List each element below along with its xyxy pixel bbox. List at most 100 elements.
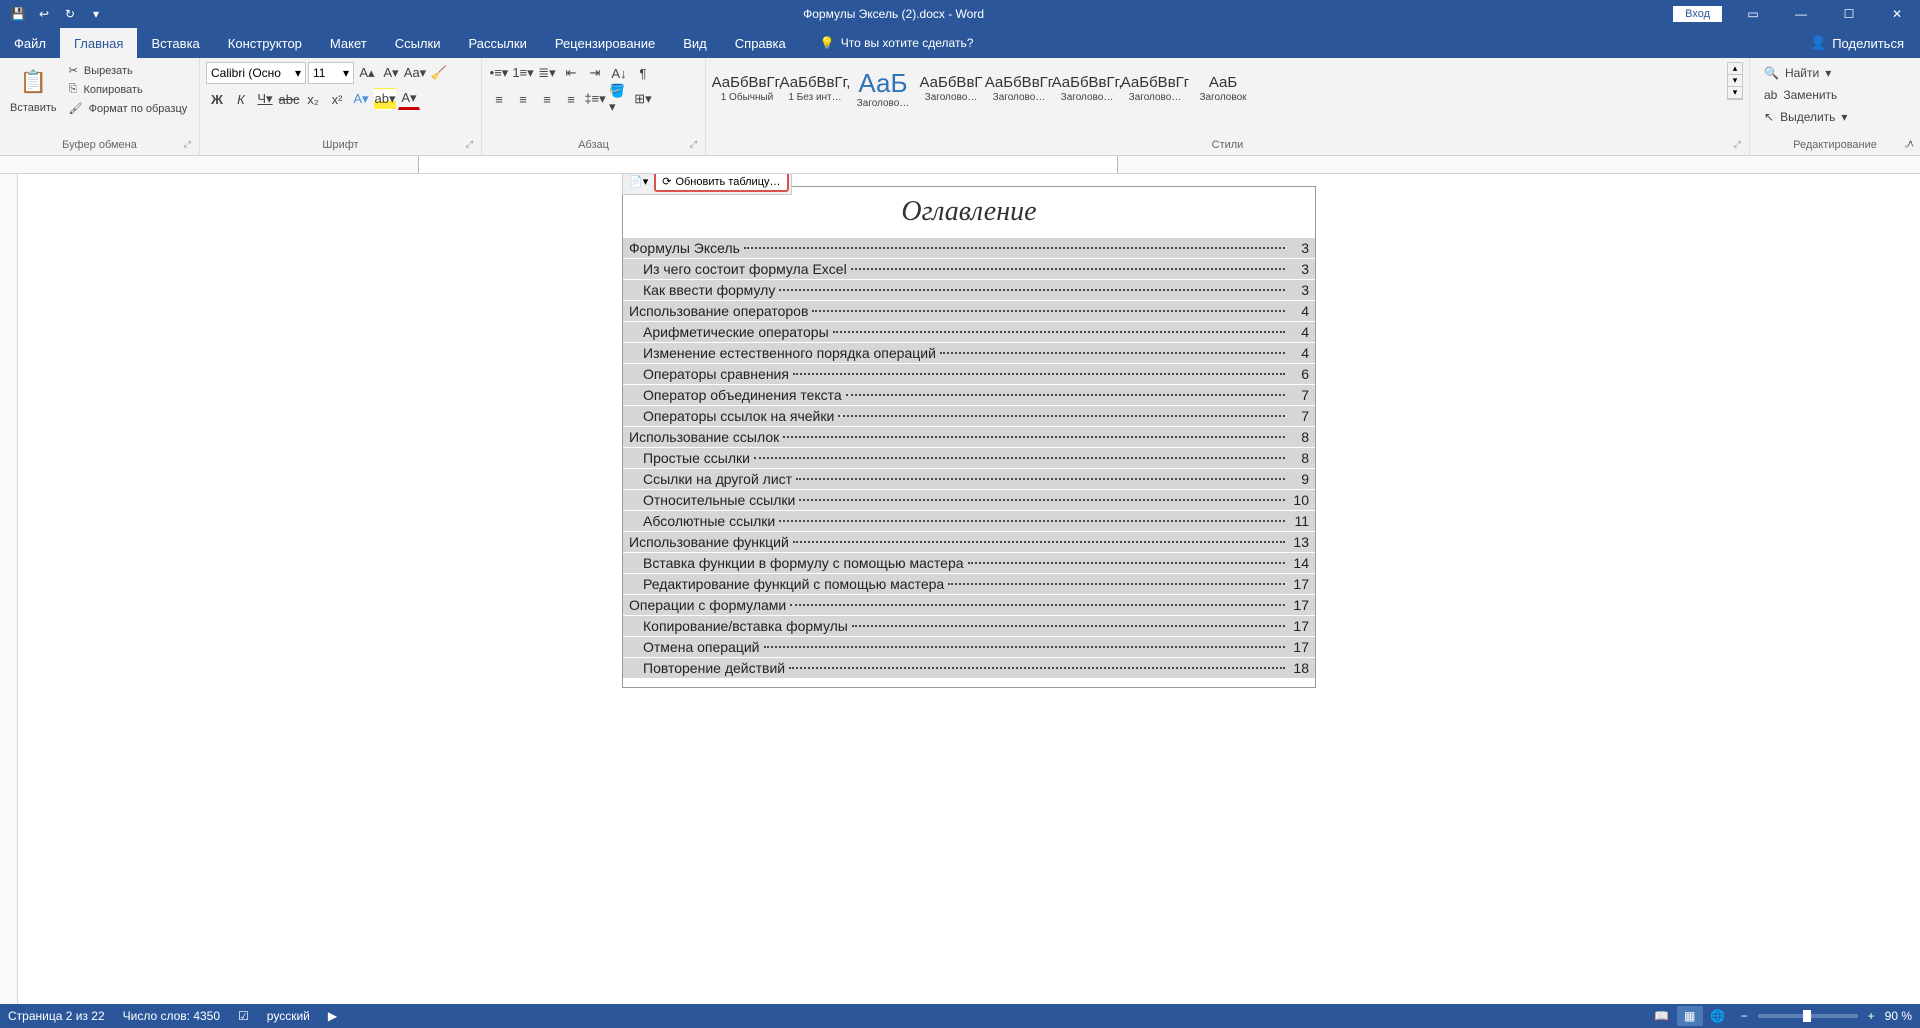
decrease-indent-button[interactable]: ⇤ (560, 62, 582, 84)
format-painter-button[interactable]: 🖌Формат по образцу (65, 100, 192, 117)
font-name-select[interactable]: Calibri (Осно▾ (206, 62, 306, 84)
toc-entry[interactable]: Операции с формулами17 (623, 595, 1315, 615)
undo-icon[interactable]: ↩ (34, 4, 54, 24)
superscript-button[interactable]: x² (326, 88, 348, 110)
tab-review[interactable]: Рецензирование (541, 28, 669, 58)
page-indicator[interactable]: Страница 2 из 22 (8, 1009, 105, 1023)
qa-dropdown-icon[interactable]: ▾ (86, 4, 106, 24)
tell-me-search[interactable]: 💡 Что вы хотите сделать? (820, 28, 974, 58)
text-effects-button[interactable]: A▾ (350, 88, 372, 110)
show-marks-button[interactable]: ¶ (632, 62, 654, 84)
save-icon[interactable]: 💾 (8, 4, 28, 24)
tab-design[interactable]: Конструктор (214, 28, 316, 58)
tab-mailings[interactable]: Рассылки (454, 28, 540, 58)
update-toc-button[interactable]: ⟳ Обновить таблицу… (654, 174, 788, 192)
word-count[interactable]: Число слов: 4350 (123, 1009, 220, 1023)
style-item[interactable]: АаБбВвГг,1 Обычный (714, 64, 780, 114)
borders-button[interactable]: ⊞▾ (632, 88, 654, 110)
style-item[interactable]: АаБбВвГгЗаголово… (986, 64, 1052, 114)
redo-icon[interactable]: ↻ (60, 4, 80, 24)
styles-scroll[interactable]: ▴▾▾ (1727, 62, 1743, 100)
close-icon[interactable]: ✕ (1874, 0, 1920, 28)
toc-entry[interactable]: Операторы сравнения6 (623, 364, 1315, 384)
zoom-level[interactable]: 90 % (1885, 1009, 1912, 1023)
cut-button[interactable]: ✂Вырезать (65, 62, 192, 79)
toc-entry[interactable]: Оператор объединения текста7 (623, 385, 1315, 405)
bold-button[interactable]: Ж (206, 88, 228, 110)
toc-entry[interactable]: Отмена операций17 (623, 637, 1315, 657)
toc-entry[interactable]: Ссылки на другой лист9 (623, 469, 1315, 489)
change-case-button[interactable]: Aa▾ (404, 62, 426, 84)
collapse-ribbon-button[interactable]: ˄ (1907, 137, 1914, 151)
justify-button[interactable]: ≡ (560, 88, 582, 110)
toc-entry[interactable]: Вставка функции в формулу с помощью маст… (623, 553, 1315, 573)
toc-entry[interactable]: Относительные ссылки10 (623, 490, 1315, 510)
style-item[interactable]: АаБЗаголовок (1190, 64, 1256, 114)
toc-entry[interactable]: Как ввести формулу3 (623, 280, 1315, 300)
font-color-button[interactable]: A▾ (398, 88, 420, 110)
toc-entry[interactable]: Из чего состоит формула Excel3 (623, 259, 1315, 279)
paste-button[interactable]: 📋 Вставить (6, 62, 61, 118)
replace-button[interactable]: abЗаменить (1758, 86, 1843, 104)
style-item[interactable]: АаБбВвГг,1 Без инт… (782, 64, 848, 114)
line-spacing-button[interactable]: ‡≡▾ (584, 88, 606, 110)
numbering-button[interactable]: 1≡▾ (512, 62, 534, 84)
clear-format-button[interactable]: 🧹 (428, 62, 450, 84)
ribbon-display-icon[interactable]: ▭ (1730, 0, 1776, 28)
italic-button[interactable]: К (230, 88, 252, 110)
find-button[interactable]: 🔍Найти▾ (1758, 64, 1837, 82)
style-item[interactable]: АаБбВвГгЗаголово… (1122, 64, 1188, 114)
toc-options-icon[interactable]: 📄▾ (625, 174, 652, 190)
toc-entry[interactable]: Простые ссылки8 (623, 448, 1315, 468)
select-button[interactable]: ↖Выделить▾ (1758, 108, 1853, 126)
language-indicator[interactable]: русский (267, 1009, 310, 1023)
toc-entry[interactable]: Использование ссылок8 (623, 427, 1315, 447)
font-size-select[interactable]: 11▾ (308, 62, 354, 84)
minimize-icon[interactable]: — (1778, 0, 1824, 28)
toc-entry[interactable]: Использование операторов4 (623, 301, 1315, 321)
document-area[interactable]: 📄▾ ⟳ Обновить таблицу… Оглавление Формул… (18, 174, 1920, 1004)
read-mode-icon[interactable]: 📖 (1649, 1006, 1675, 1026)
zoom-in-button[interactable]: + (1868, 1009, 1875, 1023)
macro-icon[interactable]: ▶ (328, 1009, 337, 1023)
toc-entry[interactable]: Абсолютные ссылки11 (623, 511, 1315, 531)
horizontal-ruler[interactable] (0, 156, 1920, 174)
maximize-icon[interactable]: ☐ (1826, 0, 1872, 28)
styles-gallery[interactable]: АаБбВвГг,1 ОбычныйАаБбВвГг,1 Без инт…АаБ… (712, 62, 1723, 116)
strike-button[interactable]: abc (278, 88, 300, 110)
style-item[interactable]: АаБбВвГЗаголово… (918, 64, 984, 114)
toc-entry[interactable]: Повторение действий18 (623, 658, 1315, 678)
zoom-slider[interactable] (1758, 1014, 1858, 1018)
shading-button[interactable]: 🪣▾ (608, 88, 630, 110)
toc-entry[interactable]: Операторы ссылок на ячейки7 (623, 406, 1315, 426)
toc-entry[interactable]: Использование функций13 (623, 532, 1315, 552)
toc-entry[interactable]: Копирование/вставка формулы17 (623, 616, 1315, 636)
tab-file[interactable]: Файл (0, 28, 60, 58)
increase-indent-button[interactable]: ⇥ (584, 62, 606, 84)
toc-entry[interactable]: Формулы Эксель3 (623, 238, 1315, 258)
align-left-button[interactable]: ≡ (488, 88, 510, 110)
login-button[interactable]: Вход (1673, 6, 1722, 22)
align-right-button[interactable]: ≡ (536, 88, 558, 110)
subscript-button[interactable]: x₂ (302, 88, 324, 110)
style-item[interactable]: АаБбВвГг,Заголово… (1054, 64, 1120, 114)
tab-references[interactable]: Ссылки (381, 28, 455, 58)
tab-help[interactable]: Справка (721, 28, 800, 58)
toc-entry[interactable]: Изменение естественного порядка операций… (623, 343, 1315, 363)
vertical-ruler[interactable] (0, 174, 18, 1004)
grow-font-button[interactable]: A▴ (356, 62, 378, 84)
print-layout-icon[interactable]: ▦ (1677, 1006, 1703, 1026)
tab-layout[interactable]: Макет (316, 28, 381, 58)
tab-home[interactable]: Главная (60, 28, 137, 58)
web-layout-icon[interactable]: 🌐 (1705, 1006, 1731, 1026)
underline-button[interactable]: Ч▾ (254, 88, 276, 110)
shrink-font-button[interactable]: A▾ (380, 62, 402, 84)
tab-view[interactable]: Вид (669, 28, 721, 58)
highlight-button[interactable]: ab▾ (374, 88, 396, 110)
toc-entry[interactable]: Редактирование функций с помощью мастера… (623, 574, 1315, 594)
tab-insert[interactable]: Вставка (137, 28, 213, 58)
up-icon[interactable]: ▴ (1728, 63, 1742, 75)
align-center-button[interactable]: ≡ (512, 88, 534, 110)
toc-entry[interactable]: Арифметические операторы4 (623, 322, 1315, 342)
style-item[interactable]: АаБЗаголово… (850, 64, 916, 114)
